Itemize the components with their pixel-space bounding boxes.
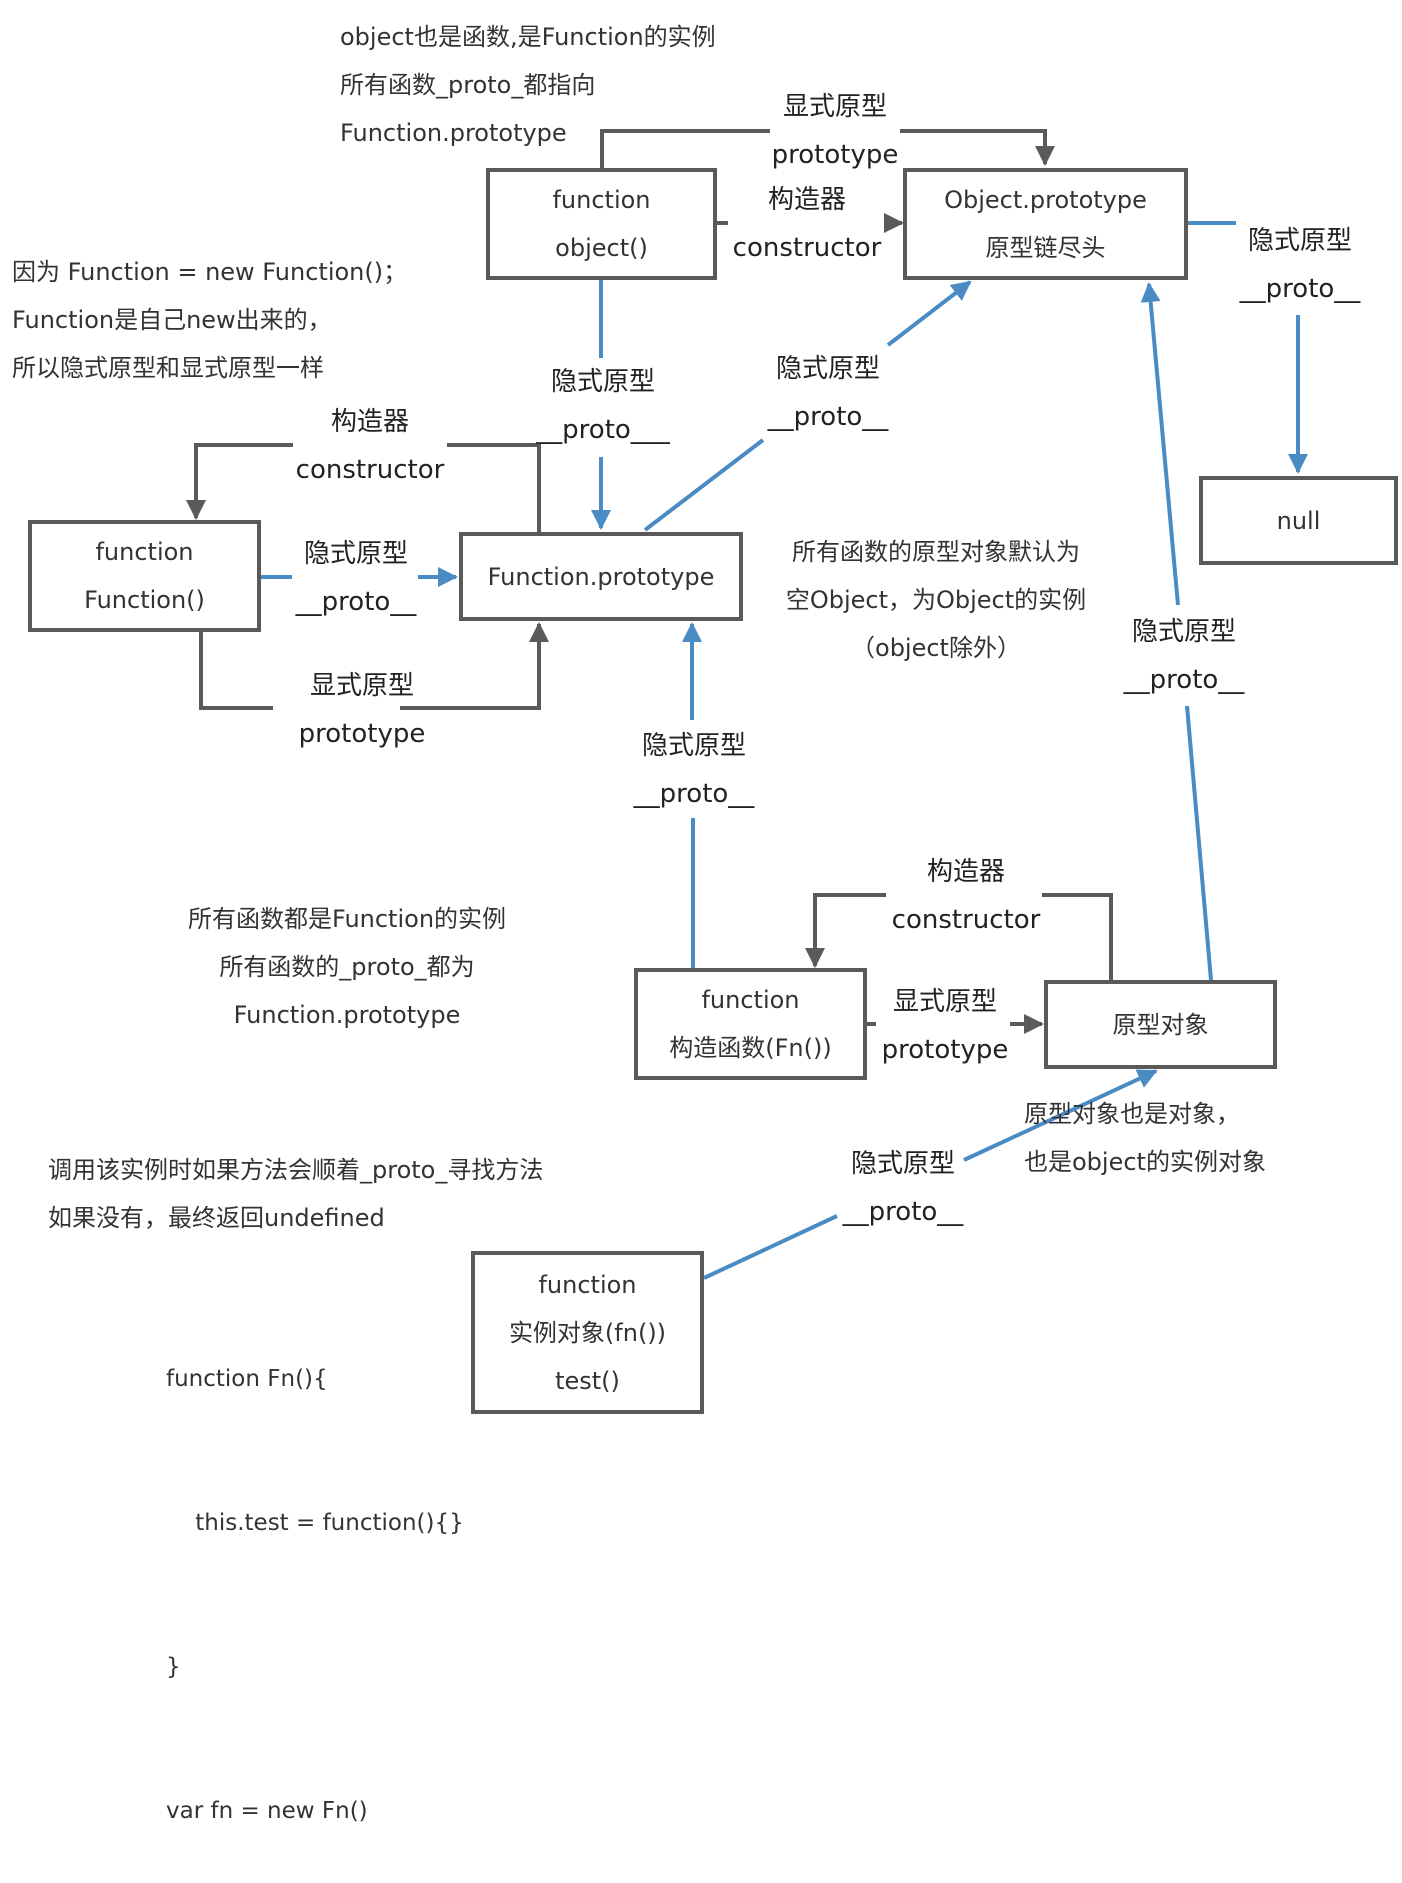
label-object-constructor: 构造器 constructor (733, 176, 882, 272)
edge-ctor-constructor-left (805, 893, 886, 968)
code-line: } (166, 1654, 181, 1680)
note-line: 因为 Function = new Function()； (12, 258, 408, 286)
label-en: prototype (771, 140, 899, 170)
node-function-constructor[interactable]: function Function() (28, 520, 261, 632)
label-ctor-constructor: 构造器 constructor (892, 848, 1041, 944)
label-en: constructor (732, 233, 882, 263)
note-line: 所以隐式原型和显式原型一样 (12, 354, 324, 382)
note-function-self: 因为 Function = new Function()； Function是自… (12, 248, 407, 392)
note-line: （object除外） (851, 634, 1021, 662)
note-all-functions: 所有函数都是Function的实例 所有函数的_proto_都为 Functio… (188, 895, 506, 1039)
note-line: 也是object的实例对象 (1024, 1148, 1266, 1176)
note-line: 所有函数_proto_都指向 (340, 71, 596, 99)
label-en: __proto__ (842, 1197, 964, 1227)
label-objproto-proto: 隐式原型 __proto__ (1240, 217, 1361, 313)
code-snippet: function Fn(){ this.test = function(){} … (166, 1259, 464, 1883)
edge-protoobj-proto-upper (1140, 282, 1180, 606)
label-function-proto: 隐式原型 __proto__ (296, 530, 417, 626)
label-en: __proto__ (767, 402, 889, 432)
note-line: Function.prototype (233, 1001, 461, 1029)
code-line: this.test = function(){} (166, 1510, 464, 1536)
edge-ctor-constructor-right (1042, 893, 1113, 980)
label-cn: 隐式原型 (775, 354, 881, 384)
label-en: __proto__ (1239, 274, 1361, 304)
label-en: prototype (298, 719, 426, 749)
edge-function-constructor-left (186, 443, 293, 520)
node-null[interactable]: null (1199, 476, 1398, 565)
label-instance-proto: 隐式原型 __proto__ (843, 1140, 964, 1236)
note-line: 所有函数都是Function的实例 (187, 905, 507, 933)
label-cn: 显式原型 (892, 987, 997, 1017)
note-line: 原型对象也是对象， (1024, 1100, 1240, 1128)
note-line: object也是函数,是Function的实例 (340, 23, 716, 51)
note-line: 空Object，为Object的实例 (785, 586, 1087, 614)
node-line: function (538, 1270, 637, 1299)
node-constructor-fn[interactable]: function 构造函数(Fn()) (634, 968, 867, 1080)
edge-instance-proto-lower (703, 1214, 838, 1280)
node-line: Function.prototype (487, 562, 715, 591)
label-en: __proto__ (1123, 665, 1245, 695)
node-function-prototype[interactable]: Function.prototype (459, 532, 743, 621)
code-line: function Fn(){ (166, 1366, 328, 1392)
note-object-is-function: object也是函数,是Function的实例 所有函数_proto_都指向 F… (340, 13, 716, 157)
label-cn: 构造器 (767, 185, 846, 215)
node-line: Function() (84, 586, 205, 614)
label-cn: 隐式原型 (1247, 226, 1353, 256)
label-cn: 隐式原型 (850, 1149, 956, 1179)
node-line: function (95, 538, 194, 566)
note-line: 如果没有，最终返回undefined (48, 1204, 385, 1232)
label-cn: 构造器 (926, 857, 1005, 887)
label-ctor-prototype: 显式原型 prototype (882, 978, 1009, 1074)
code-line: var fn = new Fn() (166, 1798, 368, 1824)
label-protoobj-proto: 隐式原型 __proto__ (1124, 608, 1245, 704)
node-object-function[interactable]: function object() (486, 168, 717, 280)
label-object-prototype: 显式原型 prototype (772, 83, 899, 179)
node-line: function (552, 186, 651, 214)
edge-protoobj-proto-lower (1185, 705, 1213, 981)
label-en: constructor (295, 455, 445, 485)
label-en: constructor (891, 905, 1041, 935)
label-cn: 隐式原型 (641, 731, 747, 761)
label-cn: 构造器 (330, 407, 409, 437)
label-en: __proto___ (536, 415, 670, 445)
label-en: __proto__ (633, 779, 755, 809)
node-instance-object[interactable]: function 实例对象(fn()) test() (471, 1251, 704, 1414)
node-line: 构造函数(Fn()) (669, 1034, 832, 1062)
node-line: null (1276, 506, 1321, 535)
label-object-proto: 隐式原型 __proto___ (536, 358, 670, 454)
label-cn: 隐式原型 (550, 367, 656, 397)
node-line: 原型链尽头 (985, 234, 1106, 262)
label-en: __proto__ (295, 587, 417, 617)
node-line: function (701, 986, 800, 1014)
note-line: 所有函数的_proto_都为 (219, 953, 475, 981)
node-line: Object.prototype (944, 186, 1147, 214)
node-line: object() (555, 234, 648, 262)
note-default-prototype: 所有函数的原型对象默认为 空Object，为Object的实例 （object除… (786, 528, 1086, 672)
label-fnproto-proto: 隐式原型 __proto__ (768, 345, 889, 441)
edge-function-constructor-right (447, 443, 541, 532)
label-cn: 显式原型 (782, 92, 887, 122)
edge-function-prototype-left (199, 632, 273, 710)
node-object-prototype[interactable]: Object.prototype 原型链尽头 (903, 168, 1188, 280)
edge-object-prototype-tail (900, 129, 1055, 166)
label-function-constructor: 构造器 constructor (296, 398, 445, 494)
node-line: test() (555, 1366, 620, 1395)
node-prototype-object[interactable]: 原型对象 (1044, 980, 1277, 1069)
label-ctor-proto: 隐式原型 __proto__ (634, 722, 755, 818)
note-proto-object: 原型对象也是对象， 也是object的实例对象 (1024, 1090, 1266, 1186)
label-function-prototype: 显式原型 prototype (299, 662, 426, 758)
node-line: 实例对象(fn()) (508, 1318, 667, 1347)
label-cn: 隐式原型 (1131, 617, 1237, 647)
note-lookup: 调用该实例时如果方法会顺着_proto_寻找方法 如果没有，最终返回undefi… (48, 1146, 543, 1242)
note-line: Function是自己new出来的， (12, 306, 332, 334)
label-cn: 隐式原型 (303, 539, 409, 569)
note-line: 调用该实例时如果方法会顺着_proto_寻找方法 (48, 1156, 544, 1184)
note-line: 所有函数的原型对象默认为 (791, 538, 1080, 566)
note-line: Function.prototype (340, 119, 567, 147)
label-en: prototype (881, 1035, 1009, 1065)
label-cn: 显式原型 (309, 671, 414, 701)
node-line: 原型对象 (1112, 1010, 1209, 1039)
edge-fnproto-upper (886, 280, 972, 347)
